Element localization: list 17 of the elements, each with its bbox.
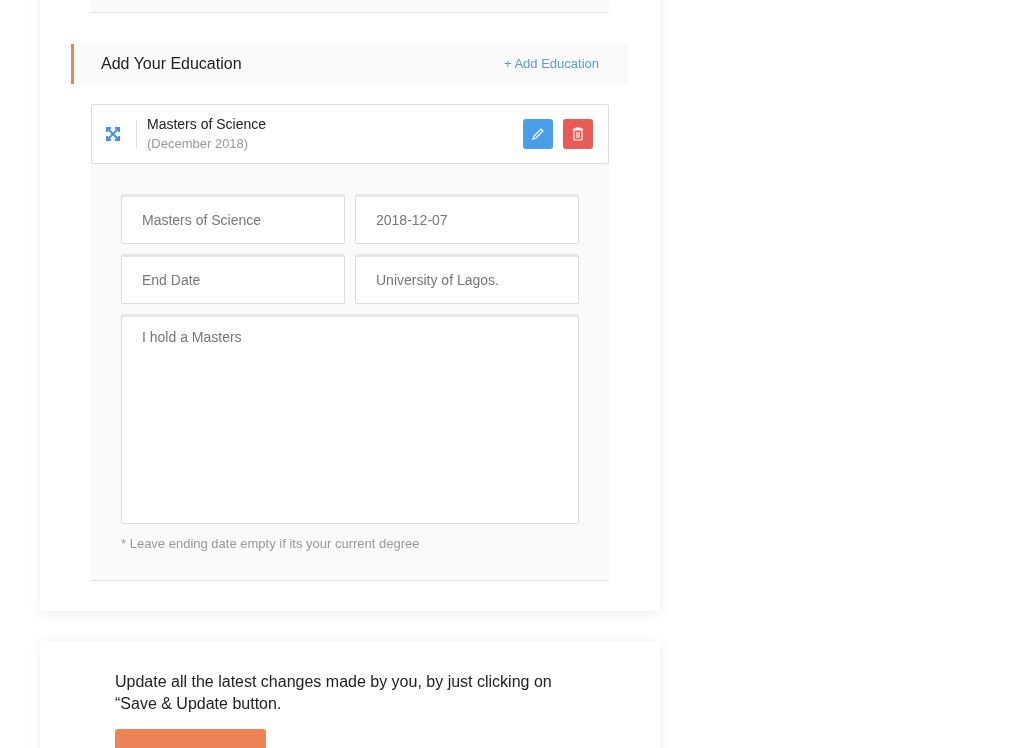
input-field[interactable]: 2018-12-07: [355, 194, 579, 244]
input-field[interactable]: University of Lagos.: [355, 254, 579, 304]
add-education-link[interactable]: + Add Education: [503, 54, 599, 74]
pencil-icon: [531, 127, 545, 141]
input-field[interactable]: Masters of Science: [121, 194, 345, 244]
degree-date: (December 2018): [147, 135, 250, 153]
description-field[interactable]: I hold a Masters: [121, 314, 579, 524]
degree-title: Masters of Science: [147, 115, 268, 134]
delete-button[interactable]: [563, 119, 593, 149]
hint-text: * Leave ending date empty if its your current degree: [121, 535, 421, 553]
section-title: Add Your Education: [101, 54, 242, 74]
update-instructions: Update all the latest changes made by you, by just clicking on “Save & Update button.: [115, 672, 553, 714]
trash-icon: [572, 127, 584, 141]
expand-arrows-icon[interactable]: [106, 127, 120, 141]
input-field[interactable]: End Date: [121, 254, 345, 304]
education-item[interactable]: Masters of Science (December 2018): [91, 104, 609, 164]
edit-button[interactable]: [523, 119, 553, 149]
